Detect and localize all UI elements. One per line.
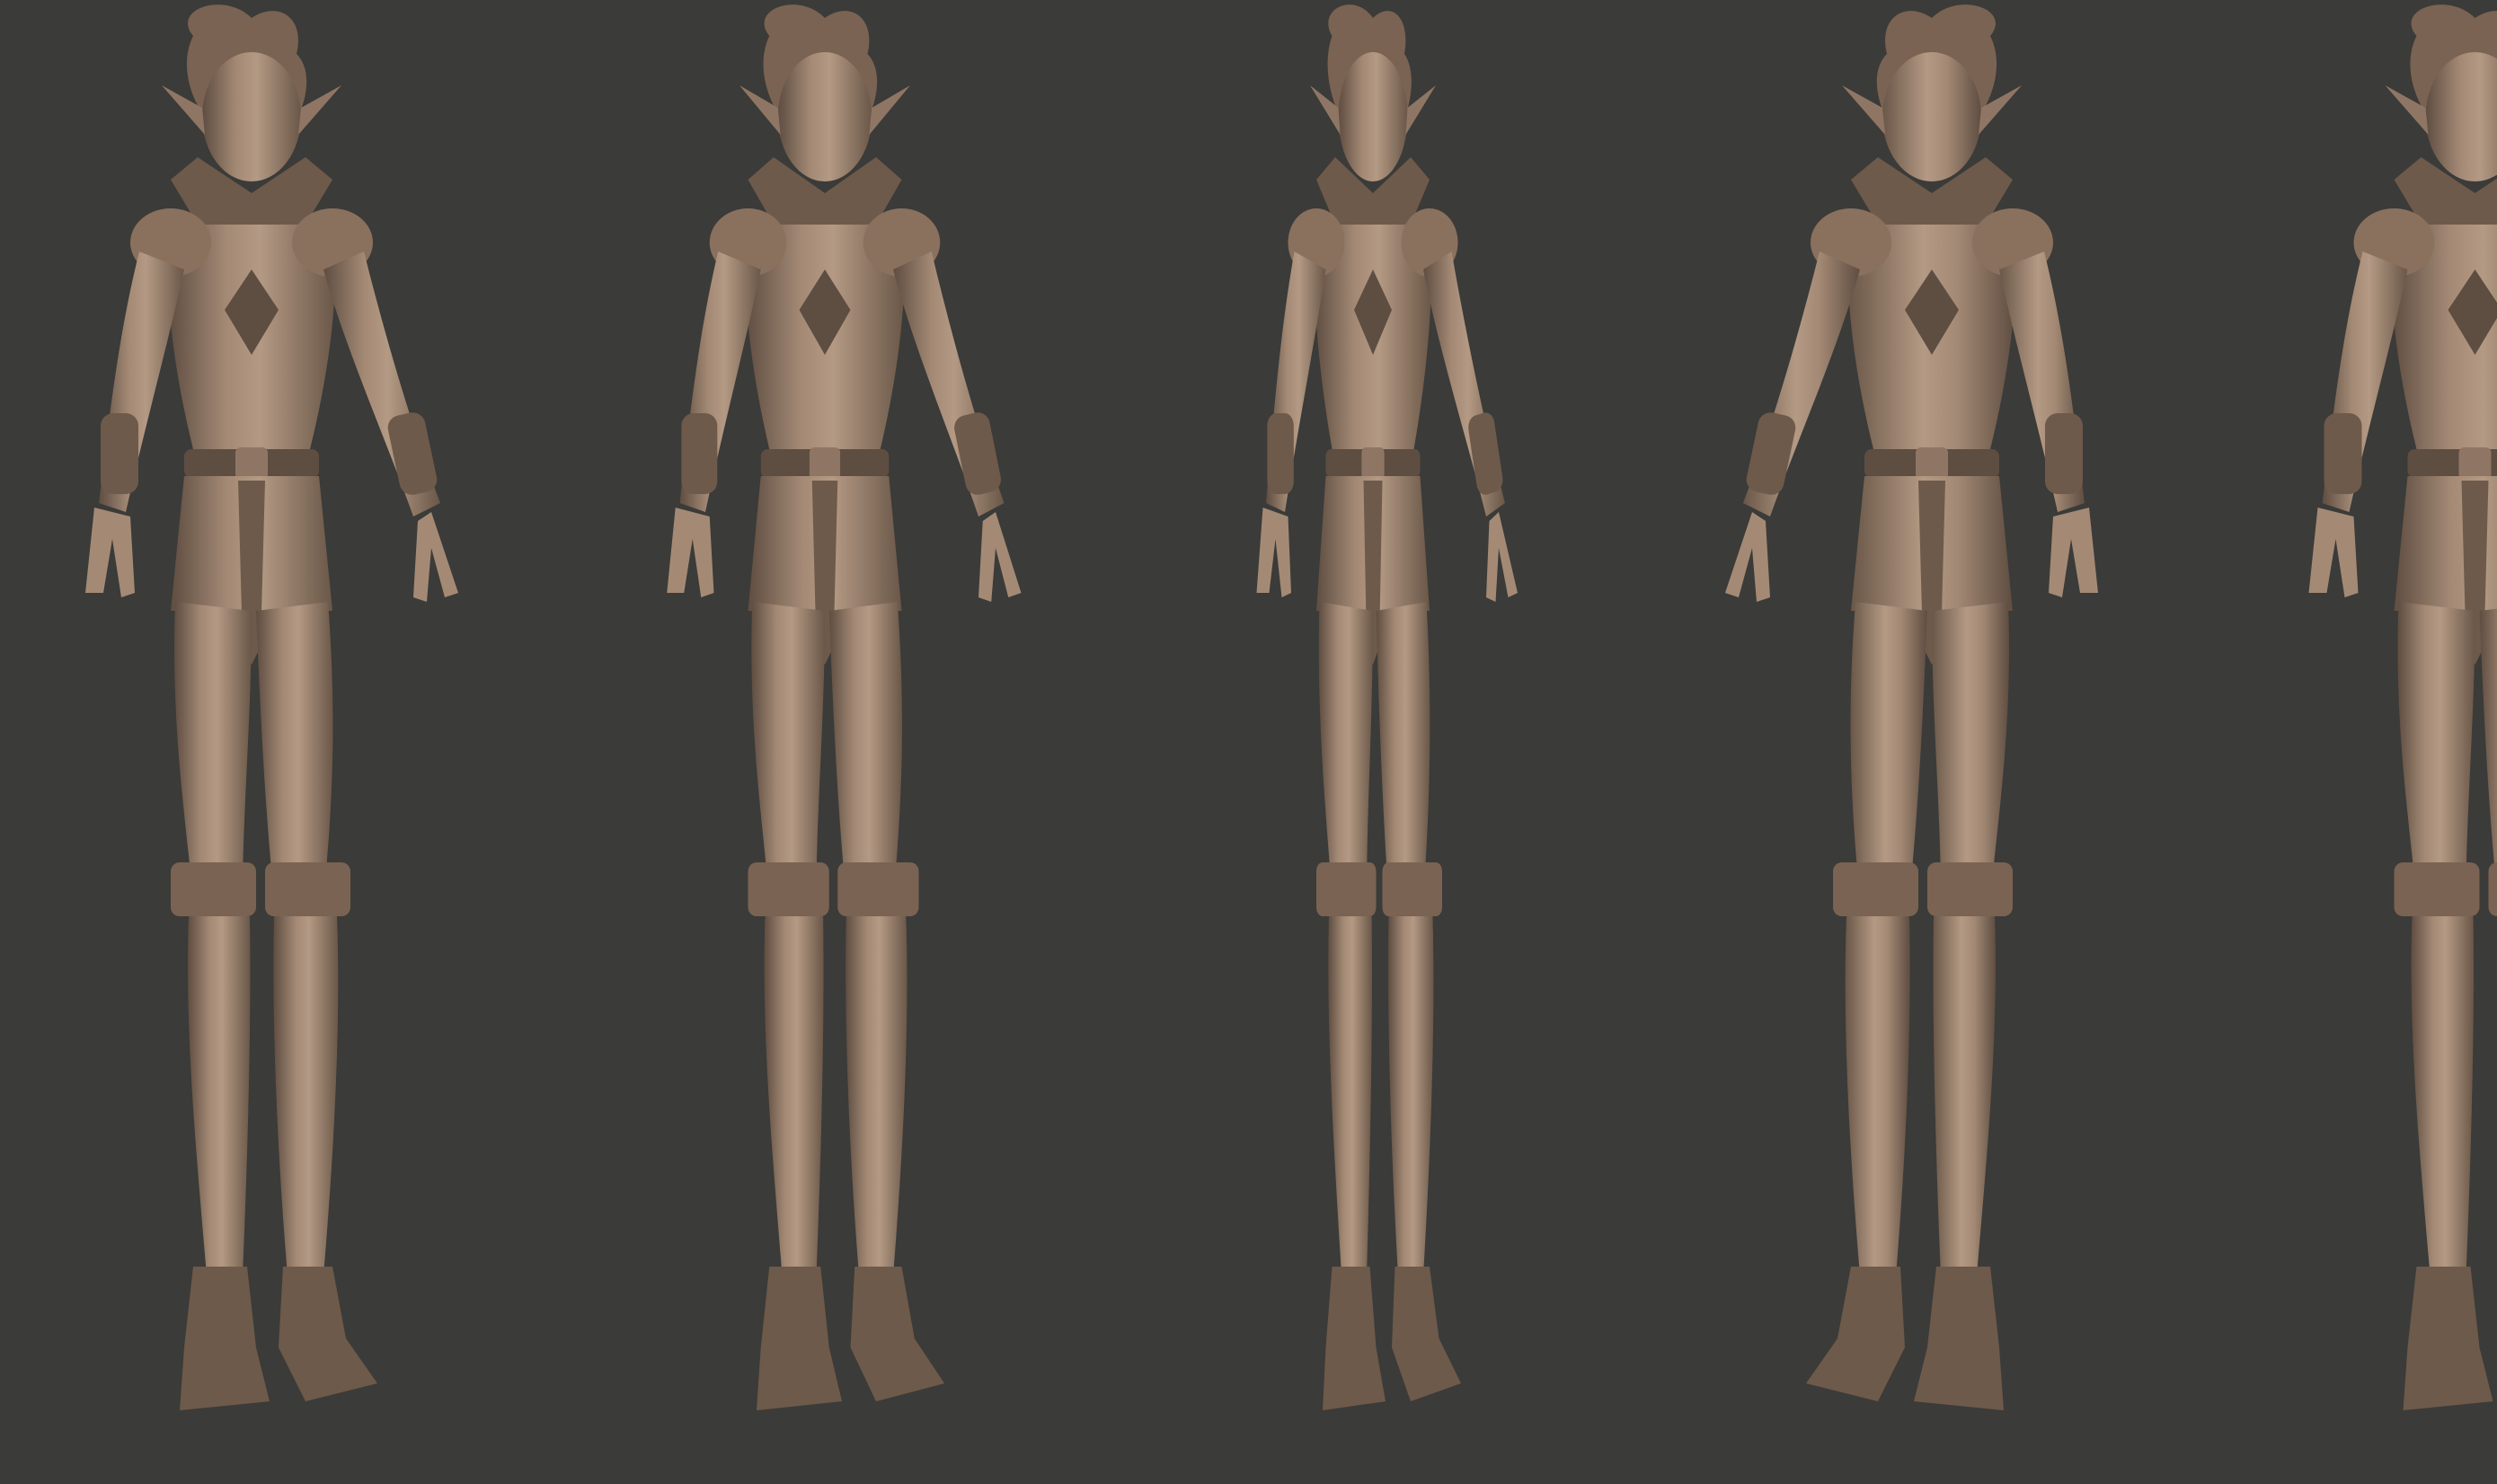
sculpt-turnaround-canvas [0,0,2497,1484]
figure-back-view-cropped [2308,4,2497,1411]
figure-three-quarter-back-view [1725,4,2098,1411]
figure-three-quarter-front-view [667,4,1022,1411]
figure-side-view [1256,4,1518,1411]
figure-front-view [85,4,458,1411]
